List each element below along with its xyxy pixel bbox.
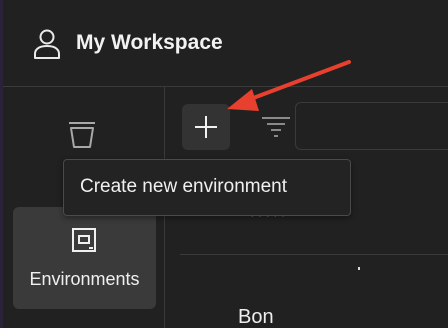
filter-icon[interactable] [261, 115, 291, 139]
app-window: My Workspace Col Environments [0, 0, 448, 328]
trash-bin-icon [67, 119, 97, 149]
workspace-header: My Workspace [3, 0, 448, 87]
user-icon[interactable] [33, 28, 61, 60]
environment-list-item[interactable]: Bon [238, 306, 274, 328]
workspace-title[interactable]: My Workspace [76, 31, 223, 55]
add-environment-button[interactable] [182, 104, 230, 150]
tooltip: Create new environment [63, 159, 351, 216]
environment-icon [70, 226, 98, 254]
sidebar-item-environments[interactable]: Environments [13, 207, 156, 309]
list-divider [180, 254, 448, 255]
row-marker [358, 267, 360, 270]
tooltip-text: Create new environment [80, 176, 287, 197]
sidebar-item-label: Environments [29, 269, 140, 289]
plus-icon [195, 116, 217, 138]
search-input[interactable] [295, 102, 448, 150]
